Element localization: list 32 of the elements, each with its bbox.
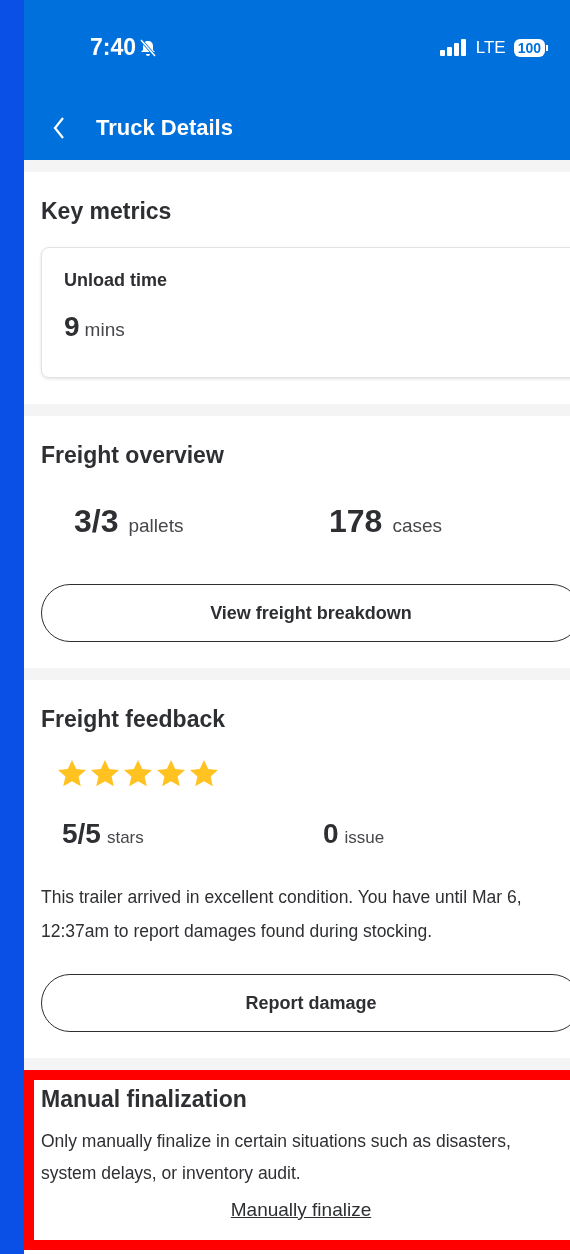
report-damage-button[interactable]: Report damage [41,974,570,1032]
stat-unit: cases [392,515,443,537]
star-icon [123,759,153,788]
stat-value: 5/5 [62,818,101,850]
page-title: Truck Details [96,114,233,141]
metric-unit: mins [84,319,125,341]
network-label: LTE [475,37,506,58]
stat-unit: stars [106,828,144,848]
signal-icon [439,38,468,57]
stat-value: 178 [329,503,383,540]
section-title: Key metrics [41,198,173,225]
stat-unit: pallets [128,515,184,537]
view-breakdown-button[interactable]: View freight breakdown [41,584,570,642]
metric-value: 9 [64,311,80,343]
section-title: Freight feedback [41,706,227,733]
star-icon [57,759,87,788]
finalization-description: Only manually finalize in certain situations such as disasters, system delays, or inventory audit. [41,1130,512,1185]
star-icon [90,759,120,788]
section-title: Freight overview [41,442,225,469]
muted-bell-icon [138,37,159,58]
star-icon [189,759,219,788]
stat-value: 3/3 [74,503,119,540]
star-icon [156,759,186,788]
battery-icon: 100 [513,38,548,57]
back-icon [52,115,66,140]
stat-value: 0 [323,818,339,850]
section-title: Manual finalization [41,1086,248,1113]
metric-label: Unload time [64,270,168,291]
stat-unit: issue [344,828,385,848]
clock-time: 7:40 [90,34,137,61]
manually-finalize-link[interactable]: Manually finalize [230,1199,372,1221]
feedback-message: This trailer arrived in excellent condition. You have until Mar 6, 12:37am to report damages found during stocking. [41,886,523,943]
